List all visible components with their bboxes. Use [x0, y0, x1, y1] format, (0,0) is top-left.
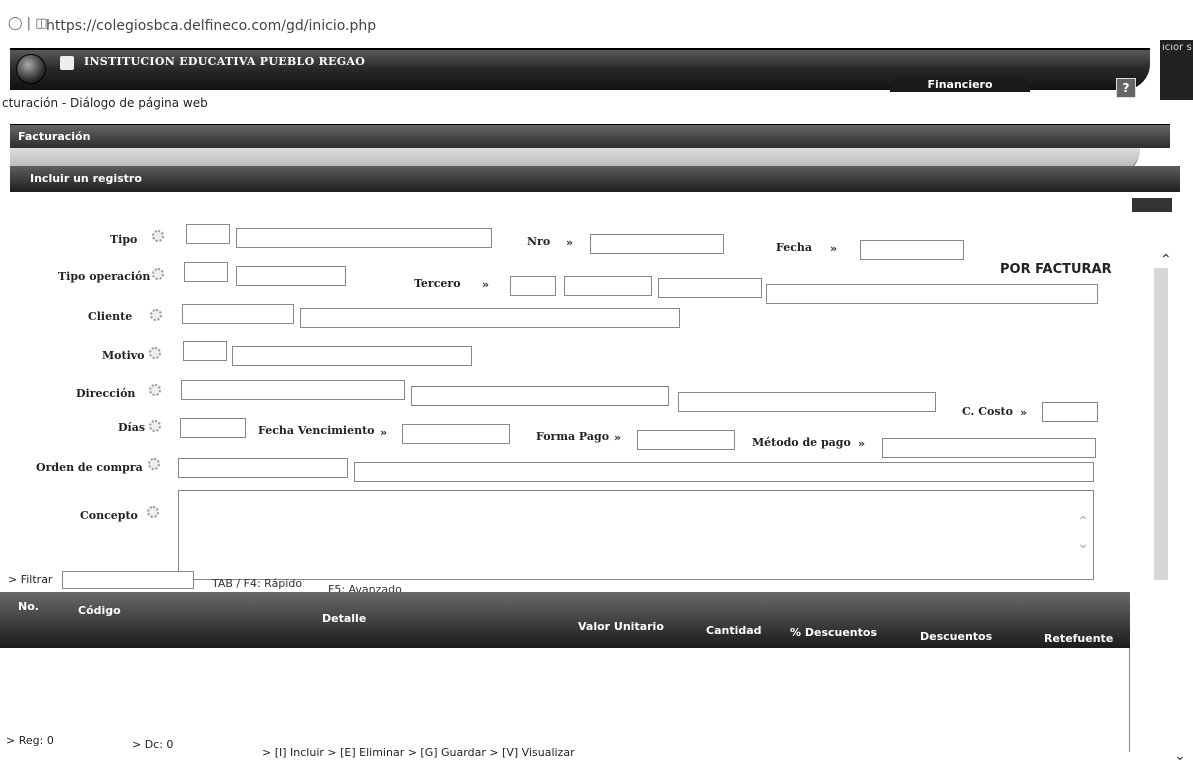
dialog-title: cturación - Diálogo de página web — [2, 96, 208, 110]
label-c-costo: C. Costo — [962, 405, 1013, 418]
institution-name: INSTITUCION EDUCATIVA PUEBLO REGAO — [84, 55, 366, 68]
status-text: POR FACTURAR — [1000, 262, 1112, 277]
gear-icon[interactable] — [150, 309, 162, 321]
module-tab-financiero[interactable]: Financiero — [890, 78, 1030, 92]
c-costo-arrow: » — [1020, 406, 1028, 419]
motivo-code-input[interactable] — [183, 341, 227, 361]
fecha-input[interactable] — [860, 240, 964, 260]
nro-arrow: » — [566, 236, 574, 249]
section-bar-facturacion: Facturación — [10, 124, 1170, 148]
filter-input[interactable] — [62, 571, 194, 589]
tercero-arrow: » — [482, 278, 490, 291]
tercero-type-input[interactable] — [510, 276, 556, 296]
cliente-code-input[interactable] — [182, 304, 294, 324]
direccion-input-1[interactable] — [181, 380, 405, 400]
tipo-code-input[interactable] — [186, 224, 230, 244]
label-tipo-operacion: Tipo operación — [58, 270, 151, 283]
section-title-incluir: Incluir un registro — [30, 172, 142, 185]
gear-icon[interactable] — [149, 347, 161, 359]
cliente-name-input[interactable] — [300, 308, 680, 328]
column-header-detalle[interactable]: Detalle — [322, 612, 366, 625]
label-concepto: Concepto — [80, 509, 138, 522]
side-panel-text: ıcıor s — [1162, 42, 1192, 53]
metodo-pago-input[interactable] — [882, 438, 1096, 458]
section-bar-incluir[interactable]: Incluir un registro — [10, 166, 1180, 192]
help-button[interactable]: ? — [1116, 78, 1136, 98]
tercero-dv-input[interactable] — [658, 278, 762, 298]
gear-icon[interactable] — [152, 230, 164, 242]
column-header-retefuente[interactable]: Retefuente — [1044, 632, 1113, 645]
gear-icon[interactable] — [148, 458, 160, 470]
c-costo-input[interactable] — [1042, 402, 1098, 422]
column-header-valor-unitario[interactable]: Valor Unitario — [578, 620, 664, 633]
label-fecha-vencimiento: Fecha Vencimiento — [258, 424, 375, 437]
reg-counter: > Reg: 0 — [6, 734, 54, 747]
label-dias: Días — [118, 421, 146, 434]
items-table: No. Código Detalle Valor Unitario Cantid… — [0, 592, 1130, 752]
label-fecha: Fecha — [776, 241, 813, 254]
gear-icon[interactable] — [149, 384, 161, 396]
label-forma-pago: Forma Pago — [536, 430, 610, 443]
concepto-textarea[interactable]: ⌃ ⌄ — [178, 490, 1094, 580]
url-text[interactable]: https://colegiosbca.delfineco.com/gd/ini… — [46, 18, 376, 34]
label-tercero: Tercero — [414, 277, 461, 290]
column-header-pct-descuentos[interactable]: % Descuentos — [790, 626, 877, 639]
fecha-arrow: » — [830, 242, 838, 255]
tipo-desc-input[interactable] — [236, 228, 492, 248]
gear-icon[interactable] — [152, 268, 164, 280]
page-icon: ◯ | ◫ — [8, 16, 48, 31]
scroll-down-icon[interactable]: ⌄ — [1174, 748, 1186, 764]
motivo-desc-input[interactable] — [232, 346, 472, 366]
app-logo-icon[interactable] — [16, 54, 46, 84]
section-title-facturacion: Facturación — [18, 130, 91, 143]
tipo-operacion-code-input[interactable] — [184, 262, 228, 282]
column-header-cantidad[interactable]: Cantidad — [706, 624, 762, 637]
direccion-input-3[interactable] — [678, 392, 936, 412]
tab-hint: TAB / F4: Rápido — [212, 577, 303, 590]
lock-icon — [60, 56, 74, 70]
tipo-operacion-desc-input[interactable] — [236, 266, 346, 286]
app-header: INSTITUCION EDUCATIVA PUEBLO REGAO Finan… — [10, 48, 1150, 98]
scrollbar[interactable] — [1154, 268, 1168, 580]
orden-compra-desc-input[interactable] — [354, 462, 1094, 482]
dias-input[interactable] — [180, 418, 246, 438]
tercero-name-input[interactable] — [766, 284, 1098, 304]
gear-icon[interactable] — [149, 420, 161, 432]
filter-label: > Filtrar — [8, 573, 53, 586]
fecha-vencimiento-arrow: » — [380, 426, 388, 439]
nro-input[interactable] — [590, 234, 724, 254]
label-orden-compra: Orden de compra — [36, 461, 143, 474]
tercero-id-input[interactable] — [564, 276, 652, 296]
label-nro: Nro — [527, 235, 551, 248]
forma-pago-arrow: » — [614, 431, 622, 444]
direccion-input-2[interactable] — [411, 386, 669, 406]
column-header-descuentos[interactable]: Descuentos — [920, 630, 992, 643]
label-cliente: Cliente — [88, 310, 133, 323]
gear-icon[interactable] — [147, 506, 159, 518]
orden-compra-code-input[interactable] — [178, 458, 348, 478]
column-header-no[interactable]: No. — [18, 600, 39, 613]
table-header: No. Código Detalle Valor Unitario Cantid… — [0, 592, 1130, 648]
textarea-scroll-icon[interactable]: ⌃ ⌄ — [1077, 511, 1089, 555]
forma-pago-input[interactable] — [637, 430, 735, 450]
column-header-codigo[interactable]: Código — [78, 604, 121, 617]
scroll-up-icon[interactable]: ⌃ — [1160, 252, 1172, 268]
panel-toggle-icon[interactable] — [1132, 198, 1172, 212]
browser-address-bar[interactable]: ◯ | ◫ https://colegiosbca.delfineco.com/… — [0, 0, 1193, 40]
dc-counter: > Dc: 0 — [132, 738, 174, 751]
label-motivo: Motivo — [102, 349, 145, 362]
label-tipo: Tipo — [110, 233, 138, 246]
label-metodo-pago: Método de pago — [752, 436, 851, 449]
metodo-pago-arrow: » — [858, 437, 866, 450]
footer-actions[interactable]: > [I] Incluir > [E] Eliminar > [G] Guard… — [262, 746, 575, 759]
fecha-vencimiento-input[interactable] — [402, 424, 510, 444]
label-direccion: Dirección — [76, 387, 136, 400]
